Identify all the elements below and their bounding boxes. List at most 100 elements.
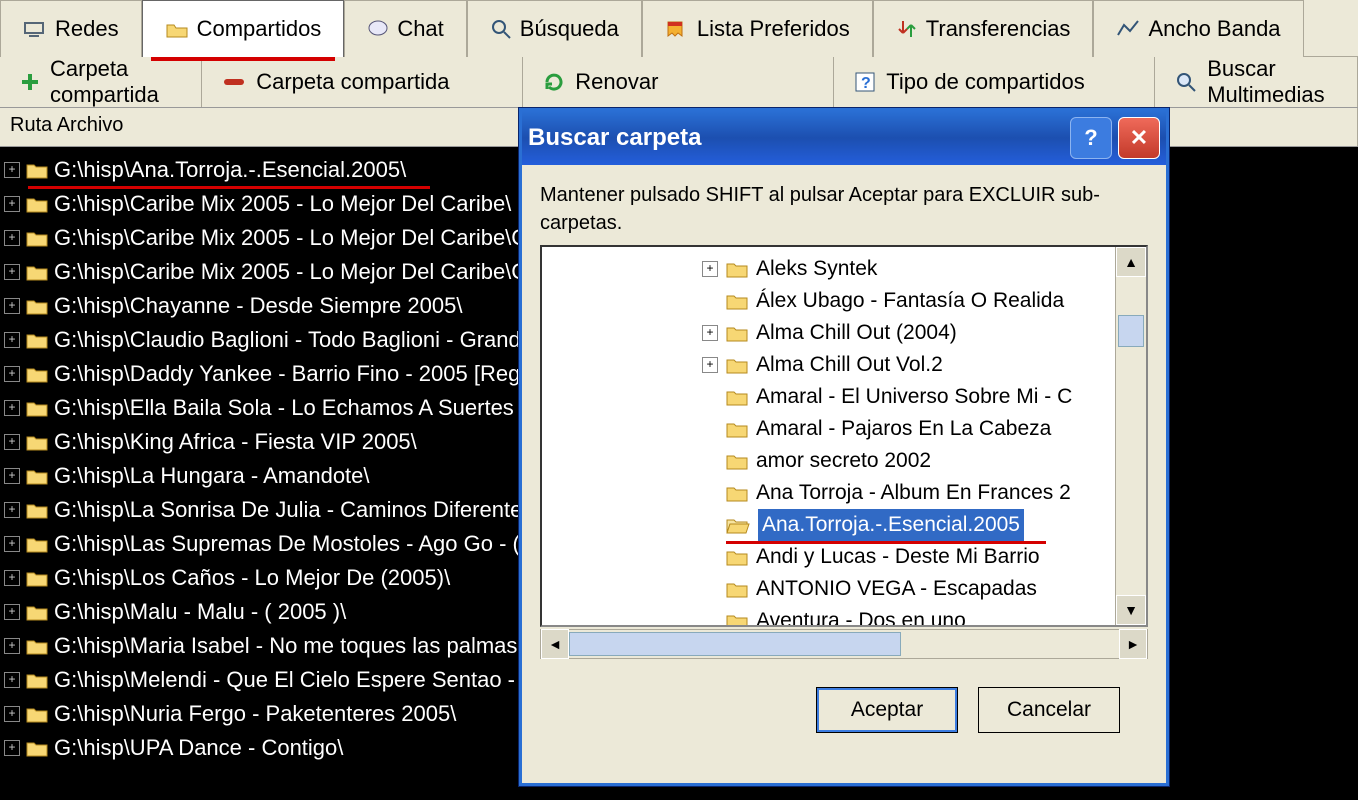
plus-icon [20, 72, 40, 92]
scroll-down-button[interactable]: ▼ [1116, 595, 1146, 625]
scroll-thumb[interactable] [1118, 315, 1144, 347]
folder-path: G:\hisp\Melendi - Que El Cielo Espere Se… [54, 663, 515, 697]
expand-icon[interactable]: + [4, 536, 20, 552]
expand-icon[interactable]: + [702, 325, 718, 341]
expand-icon[interactable]: + [4, 400, 20, 416]
tree-item[interactable]: Aventura - Dos en uno [702, 605, 1110, 627]
tree-item-label: Álex Ubago - Fantasía O Realida [756, 285, 1064, 317]
tree-item[interactable]: amor secreto 2002 [702, 445, 1110, 477]
tab-label: Ancho Banda [1148, 16, 1280, 42]
folder-path: G:\hisp\Los Caños - Lo Mejor De (2005)\ [54, 561, 450, 595]
expand-icon[interactable]: + [4, 740, 20, 756]
tree-item-label: Aleks Syntek [756, 253, 877, 285]
scroll-left-button[interactable]: ◄ [541, 629, 569, 659]
expand-icon[interactable]: + [4, 672, 20, 688]
tab-preferidos[interactable]: Lista Preferidos [642, 0, 873, 57]
tab-ancho-banda[interactable]: Ancho Banda [1093, 0, 1303, 57]
folder-path: G:\hisp\La Hungara - Amandote\ [54, 459, 370, 493]
scroll-up-button[interactable]: ▲ [1116, 247, 1146, 277]
button-label: Tipo de compartidos [886, 69, 1085, 95]
tree-item[interactable]: Amaral - Pajaros En La Cabeza [702, 413, 1110, 445]
tab-chat[interactable]: Chat [344, 0, 466, 57]
tree-item-label: amor secreto 2002 [756, 445, 931, 477]
folder-icon [26, 705, 48, 723]
expand-icon[interactable]: + [4, 264, 20, 280]
expand-icon[interactable]: + [702, 261, 718, 277]
refresh-icon [543, 71, 565, 93]
expand-icon[interactable]: + [4, 230, 20, 246]
expand-icon[interactable]: + [4, 570, 20, 586]
favorites-icon [665, 18, 689, 40]
folder-icon [26, 569, 48, 587]
add-shared-folder-button[interactable]: Carpeta compartida [0, 57, 202, 107]
refresh-button[interactable]: Renovar [523, 57, 834, 107]
tree-item[interactable]: ANTONIO VEGA - Escapadas [702, 573, 1110, 605]
button-label: Renovar [575, 69, 658, 95]
expand-icon[interactable]: + [4, 366, 20, 382]
tree-item[interactable]: +Alma Chill Out (2004) [702, 317, 1110, 349]
search-media-button[interactable]: Buscar Multimedias [1155, 57, 1358, 107]
expand-icon[interactable]: + [4, 162, 20, 178]
folder-icon [26, 229, 48, 247]
folder-icon [726, 580, 748, 598]
folder-icon [726, 484, 748, 502]
expand-icon[interactable]: + [4, 298, 20, 314]
expand-icon[interactable]: + [4, 638, 20, 654]
expand-icon[interactable]: + [702, 357, 718, 373]
expand-icon[interactable]: + [4, 706, 20, 722]
tree-item[interactable]: +Alma Chill Out Vol.2 [702, 349, 1110, 381]
tree-item[interactable]: Amaral - El Universo Sobre Mi - C [702, 381, 1110, 413]
folder-icon [26, 671, 48, 689]
folder-tree[interactable]: + Aleks SyntekÁlex Ubago - Fantasía O Rea… [540, 245, 1148, 627]
folder-icon [726, 516, 750, 534]
folder-icon [26, 161, 48, 179]
remove-shared-folder-button[interactable]: Carpeta compartida [202, 57, 523, 107]
help-icon: ? [854, 71, 876, 93]
dialog-titlebar[interactable]: Buscar carpeta ? ✕ [522, 111, 1166, 165]
search-icon [490, 18, 512, 40]
column-header-path[interactable]: Ruta Archivo [0, 108, 541, 146]
folder-icon [26, 637, 48, 655]
main-tabbar: Redes Compartidos Chat Búsqueda Lista Pr… [0, 0, 1358, 57]
network-icon [23, 19, 47, 39]
button-label: Carpeta compartida [50, 56, 181, 108]
vertical-scrollbar[interactable]: ▲ ▼ [1115, 247, 1146, 625]
folder-path: G:\hisp\Caribe Mix 2005 - Lo Mejor Del C… [54, 221, 527, 255]
chat-icon [367, 19, 389, 39]
cancel-button[interactable]: Cancelar [978, 687, 1120, 733]
dialog-help-button[interactable]: ? [1070, 117, 1112, 159]
button-label: Buscar Multimedias [1207, 56, 1337, 108]
tab-transferencias[interactable]: Transferencias [873, 0, 1094, 57]
folder-path: G:\hisp\Chayanne - Desde Siempre 2005\ [54, 289, 462, 323]
expand-icon[interactable]: + [4, 434, 20, 450]
hscroll-thumb[interactable] [569, 632, 901, 656]
tab-label: Chat [397, 16, 443, 42]
share-type-button[interactable]: ? Tipo de compartidos [834, 57, 1155, 107]
folder-path: G:\hisp\Malu - Malu - ( 2005 )\ [54, 595, 346, 629]
expand-icon[interactable]: + [4, 468, 20, 484]
folder-icon [726, 356, 748, 374]
dialog-close-button[interactable]: ✕ [1118, 117, 1160, 159]
tab-redes[interactable]: Redes [0, 0, 142, 57]
tab-compartidos[interactable]: Compartidos [142, 0, 345, 57]
ok-button[interactable]: Aceptar [816, 687, 958, 733]
folder-icon [26, 331, 48, 349]
tree-item[interactable]: + Aleks Syntek [702, 253, 1110, 285]
tree-item[interactable]: Álex Ubago - Fantasía O Realida [702, 285, 1110, 317]
folder-icon [726, 388, 748, 406]
expand-icon[interactable]: + [4, 502, 20, 518]
expand-icon[interactable]: + [4, 604, 20, 620]
tree-item[interactable]: Ana.Torroja.-.Esencial.2005 [702, 509, 1110, 541]
tree-item[interactable]: Ana Torroja - Album En Frances 2 [702, 477, 1110, 509]
scroll-right-button[interactable]: ► [1119, 629, 1147, 659]
tab-busqueda[interactable]: Búsqueda [467, 0, 642, 57]
folder-path: G:\hisp\King Africa - Fiesta VIP 2005\ [54, 425, 417, 459]
tree-item[interactable]: Andi y Lucas - Deste Mi Barrio [702, 541, 1110, 573]
expand-icon[interactable]: + [4, 196, 20, 212]
expand-icon[interactable]: + [4, 332, 20, 348]
folder-path: G:\hisp\Daddy Yankee - Barrio Fino - 200… [54, 357, 520, 391]
folder-path: G:\hisp\Ella Baila Sola - Lo Echamos A S… [54, 391, 532, 425]
tree-item-label: Ana.Torroja.-.Esencial.2005 [758, 509, 1024, 541]
folder-path: G:\hisp\Ana.Torroja.-.Esencial.2005\ [54, 153, 406, 187]
horizontal-scrollbar[interactable]: ◄ ► [540, 629, 1148, 659]
